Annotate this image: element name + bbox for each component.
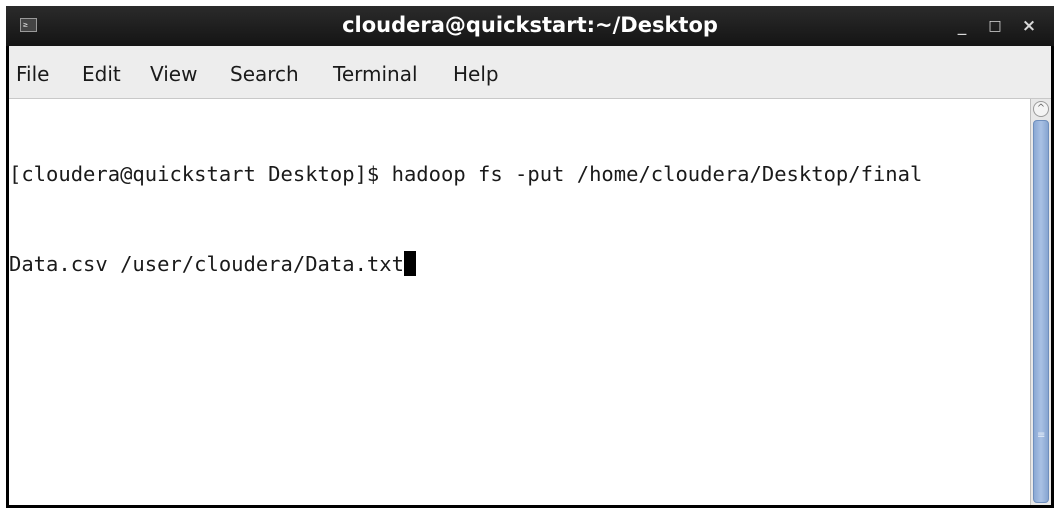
menu-edit[interactable]: Edit	[82, 62, 121, 86]
window-title: cloudera@quickstart:~/Desktop	[342, 13, 718, 37]
menu-file[interactable]: File	[16, 62, 49, 86]
vertical-scrollbar[interactable]: ^ ≡	[1030, 99, 1051, 505]
terminal-line-wrapped: Data.csv /user/cloudera/Data.txt	[9, 249, 1029, 279]
title-bar[interactable]: ≥ cloudera@quickstart:~/Desktop _ □ ×	[6, 6, 1054, 46]
menu-help[interactable]: Help	[453, 62, 499, 86]
text-cursor	[403, 251, 416, 276]
terminal-window: ≥ cloudera@quickstart:~/Desktop _ □ × Fi…	[6, 6, 1054, 508]
menu-view[interactable]: View	[150, 62, 197, 86]
grip-icon: ≡	[1037, 430, 1046, 441]
scroll-up-arrow-icon[interactable]: ^	[1033, 101, 1049, 117]
scrollbar-thumb[interactable]: ≡	[1033, 120, 1049, 503]
terminal-area[interactable]: [cloudera@quickstart Desktop]$ hadoop fs…	[9, 99, 1051, 505]
menu-search[interactable]: Search	[230, 62, 299, 86]
menu-bar: File Edit View Search Terminal Help	[9, 46, 1051, 99]
terminal-line-text: Data.csv /user/cloudera/Data.txt	[9, 252, 404, 276]
terminal-output[interactable]: [cloudera@quickstart Desktop]$ hadoop fs…	[9, 99, 1029, 505]
close-icon[interactable]: ×	[1018, 15, 1040, 37]
maximize-icon[interactable]: □	[984, 15, 1006, 37]
terminal-line-command: [cloudera@quickstart Desktop]$ hadoop fs…	[9, 162, 923, 186]
minimize-icon[interactable]: _	[951, 15, 973, 37]
menu-terminal[interactable]: Terminal	[333, 62, 418, 86]
